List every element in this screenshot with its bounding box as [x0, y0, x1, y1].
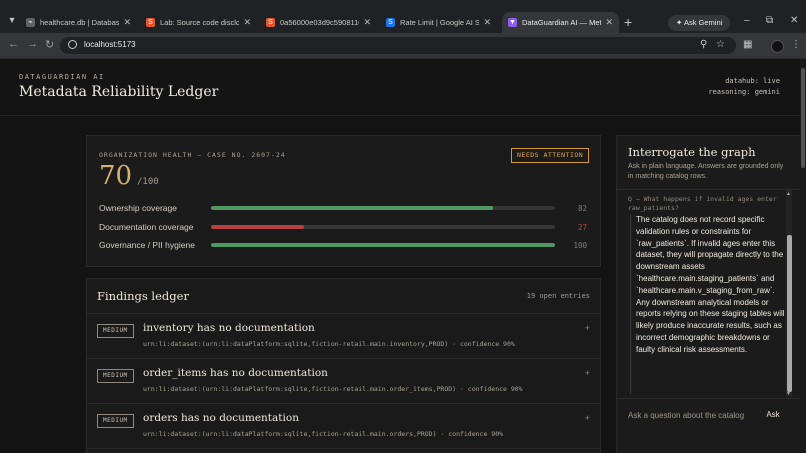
tab-title: Rate Limit | Google AI Studio: [400, 18, 480, 27]
metric-bar-track: [211, 243, 555, 247]
zoom-icon[interactable]: ⚲: [700, 39, 707, 50]
status-badge: NEEDS ATTENTION: [511, 148, 590, 163]
finding-urn: urn:li:dataset:(urn:li:dataPlatform:sqli…: [143, 385, 523, 393]
health-score-max: /100: [137, 177, 159, 187]
metric-value: 82: [577, 204, 587, 213]
severity-badge: MEDIUM: [97, 414, 134, 428]
reasoning-status: reasoning: gemini: [708, 88, 780, 96]
extensions-icon[interactable]: ▦: [743, 39, 752, 50]
chat-input[interactable]: Ask a question about the catalog: [628, 411, 754, 420]
metric-value: 27: [577, 223, 587, 232]
tab-close-icon[interactable]: ✕: [363, 17, 371, 28]
metric-label: Ownership coverage: [99, 203, 177, 213]
expand-icon[interactable]: +: [585, 413, 590, 423]
case-label: ORGANIZATION HEALTH — CASE NO. 2607-24: [99, 151, 286, 159]
browser-tab[interactable]: S Rate Limit | Google AI Studio✕: [380, 12, 497, 33]
bookmark-star-icon[interactable]: ☆: [716, 39, 725, 50]
close-window-icon[interactable]: ✕: [790, 15, 798, 26]
browser-tab[interactable]: ▼ DataGuardian AI — Metadata ✕: [502, 12, 619, 33]
status-panel: datahub: live reasoning: gemini: [708, 76, 780, 98]
tab-favicon-icon: S: [386, 18, 395, 27]
scroll-down-icon[interactable]: ▼: [786, 391, 791, 397]
tab-favicon-icon: ▼: [508, 18, 517, 27]
findings-count: 19 open entries: [526, 292, 590, 300]
metric-label: Governance / PII hygiene: [99, 240, 195, 250]
finding-title: order_items has no documentation: [143, 367, 328, 379]
severity-badge: MEDIUM: [97, 369, 134, 383]
chat-input-divider: [616, 398, 802, 399]
address-bar[interactable]: [60, 37, 736, 54]
ask-gemini-button[interactable]: ✦ Ask Gemini: [668, 15, 731, 31]
tab-close-icon[interactable]: ✕: [483, 17, 491, 28]
finding-title: orders has no documentation: [143, 412, 299, 424]
brand-label: DATAGUARDIAN AI: [19, 73, 105, 81]
chat-scrollbar-thumb[interactable]: [787, 235, 792, 392]
url-text[interactable]: localhost:5173: [84, 40, 136, 49]
tab-title: 0a56000e03d9c5908110de3: [280, 18, 359, 27]
minimize-icon[interactable]: –: [744, 15, 750, 26]
chat-question: Q — What happens if invalid ages enter r…: [628, 195, 777, 212]
tab-favicon-icon: S: [266, 18, 275, 27]
datahub-status: datahub: live: [725, 77, 780, 85]
profile-avatar[interactable]: [771, 40, 784, 53]
browser-tab[interactable]: S 0a56000e03d9c5908110de3 ✕: [260, 12, 377, 33]
forward-icon[interactable]: →: [27, 38, 38, 50]
tab-favicon-icon: ⌁: [26, 18, 35, 27]
tab-search-icon[interactable]: ▾: [4, 13, 20, 29]
finding-row[interactable]: MEDIUM orders has no documentation urn:li:…: [86, 404, 601, 449]
back-icon[interactable]: ←: [8, 38, 19, 50]
browser-tab[interactable]: S Lab: Source code disclosure v✕: [140, 12, 257, 33]
chat-hint: Ask in plain language. Answers are groun…: [628, 163, 784, 180]
expand-icon[interactable]: +: [585, 323, 590, 333]
page-scrollbar-thumb[interactable]: [801, 68, 805, 168]
chat-divider: [616, 189, 802, 190]
restore-icon[interactable]: ⧉: [766, 15, 773, 26]
tab-title: healthcare.db | Database: [40, 18, 120, 27]
metric-bar-track: [211, 225, 555, 229]
metric-label: Documentation coverage: [99, 222, 194, 232]
health-score: 70: [99, 161, 133, 191]
expand-icon[interactable]: +: [585, 368, 590, 378]
finding-title: inventory has no documentation: [143, 322, 315, 334]
ask-button[interactable]: Ask: [760, 406, 786, 424]
metric-value: 100: [573, 241, 587, 250]
finding-row[interactable]: MEDIUM inventory has no documentation urn:…: [86, 314, 601, 359]
tab-close-icon[interactable]: ✕: [605, 17, 613, 28]
tab-close-icon[interactable]: ✕: [123, 17, 131, 28]
findings-title: Findings ledger: [97, 289, 189, 303]
finding-urn: urn:li:dataset:(urn:li:dataPlatform:sqli…: [143, 340, 515, 348]
metric-bar-fill: [211, 225, 304, 229]
page-title: Metadata Reliability Ledger: [19, 84, 219, 100]
scroll-up-icon[interactable]: ▲: [786, 191, 791, 197]
severity-badge: MEDIUM: [97, 324, 134, 338]
tab-favicon-icon: S: [146, 18, 155, 27]
finding-row[interactable]: MEDIUM order_items has no documentation ur…: [86, 359, 601, 404]
tab-close-icon[interactable]: ✕: [243, 17, 251, 28]
chat-answer: The catalog does not record specific val…: [630, 214, 786, 394]
reload-icon[interactable]: ↻: [45, 38, 54, 51]
chat-title: Interrogate the graph: [628, 145, 756, 159]
site-info-icon[interactable]: [68, 40, 77, 49]
new-tab-button[interactable]: +: [624, 14, 632, 30]
finding-urn: urn:li:dataset:(urn:li:dataPlatform:sqli…: [143, 430, 504, 438]
tab-title: Lab: Source code disclosure v: [160, 18, 240, 27]
tab-title: DataGuardian AI — Metadata: [522, 18, 601, 27]
browser-menu-icon[interactable]: ⋮: [791, 39, 801, 50]
metric-bar-track: [211, 206, 555, 210]
metric-bar-fill: [211, 243, 555, 247]
metric-bar-fill: [211, 206, 494, 210]
browser-tab[interactable]: ⌁ healthcare.db | Database ✕: [20, 12, 137, 33]
